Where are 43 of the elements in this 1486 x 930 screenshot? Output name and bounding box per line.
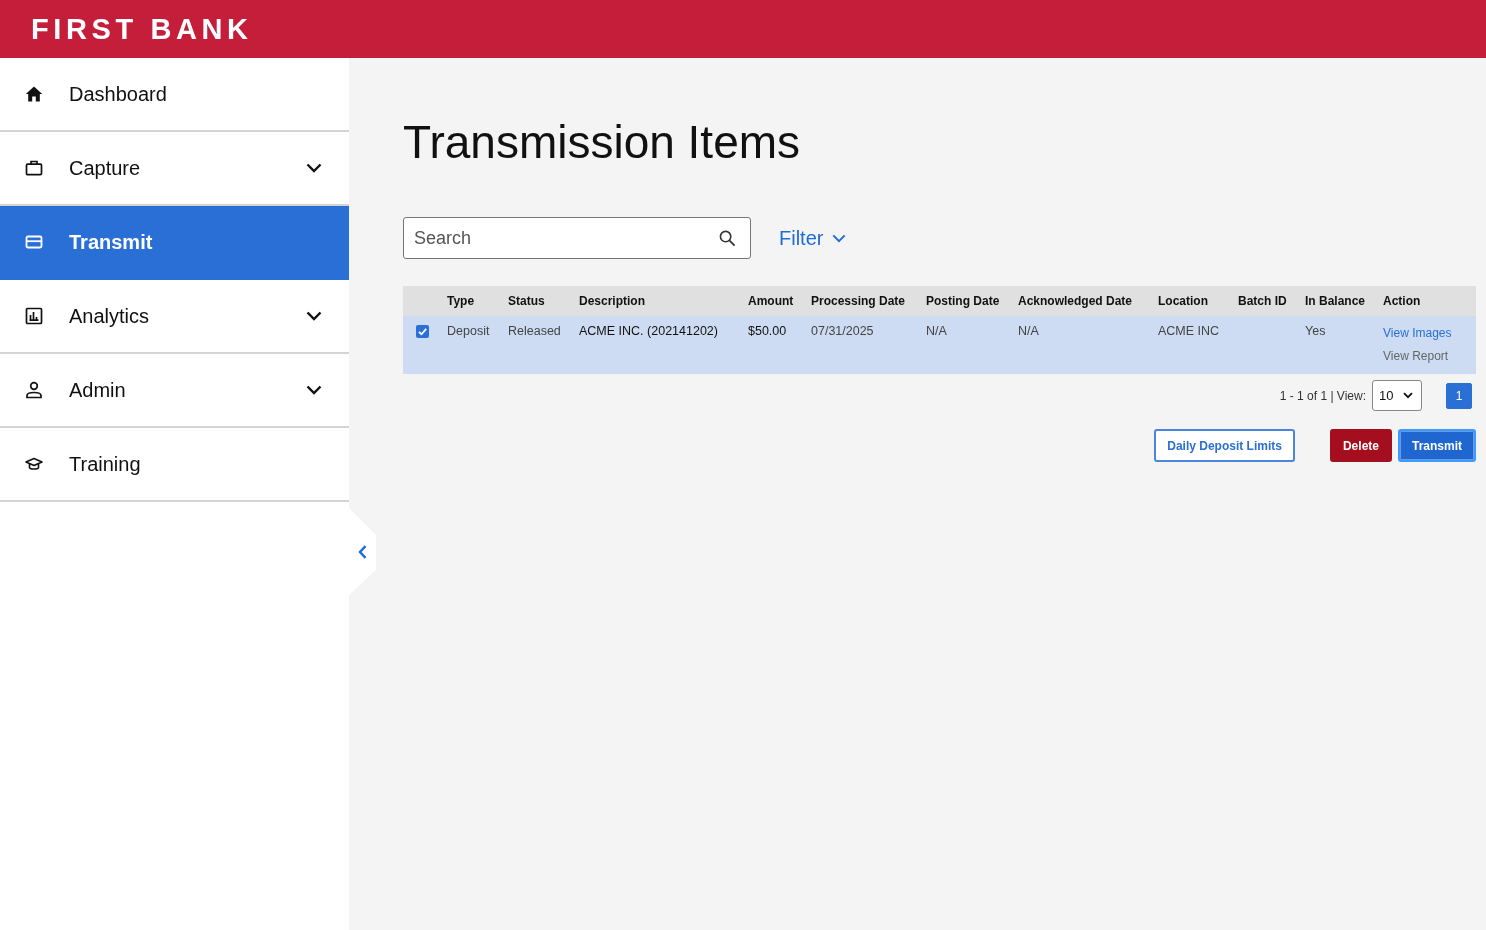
column-header: Posting Date (926, 294, 1000, 308)
column-header: Location (1158, 294, 1208, 308)
chevron-down-icon (832, 233, 847, 243)
column-header: In Balance (1305, 294, 1366, 308)
column-header: Processing Date (811, 294, 906, 308)
action-link[interactable]: View Images (1383, 326, 1452, 341)
briefcase-icon (25, 159, 43, 177)
sidebar-item[interactable]: Transmit (0, 206, 349, 280)
page-title: Transmission Items (403, 115, 802, 170)
column-header: Description (579, 294, 645, 308)
table-cell: N/A (1018, 324, 1039, 338)
table-cell: 07/31/2025 (811, 324, 874, 338)
pagination-summary: 1 - 1 of 1 | View: (1279, 388, 1366, 403)
column-header: Acknowledged Date (1018, 294, 1133, 308)
table-cell: Yes (1305, 324, 1326, 338)
bar-chart-icon (25, 307, 43, 325)
action-button[interactable]: Delete (1329, 429, 1392, 462)
chevron-left-icon (357, 544, 367, 559)
search-icon (719, 230, 736, 247)
action-button[interactable]: Transmit (1398, 429, 1476, 462)
checkbox[interactable] (416, 325, 429, 338)
home-icon (25, 85, 43, 103)
table-cell: ACME INC (1158, 324, 1220, 338)
column-header: Batch ID (1238, 294, 1287, 308)
column-header: Status (508, 294, 545, 308)
page-button[interactable]: 1 (1446, 382, 1472, 409)
action-button[interactable]: Daily Deposit Limits (1154, 429, 1295, 462)
search-field[interactable]: Search (403, 217, 751, 259)
page-size-select[interactable]: 10 (1372, 380, 1422, 411)
column-header: Amount (748, 294, 794, 308)
column-header: Action (1383, 294, 1421, 308)
person-icon (25, 381, 43, 399)
table-cell: ACME INC. (202141202) (579, 324, 718, 338)
table-cell: Released (508, 324, 561, 338)
table-cell: $50.00 (748, 324, 787, 338)
filter-button[interactable]: Filter (779, 226, 847, 250)
chevron-down-icon (1403, 392, 1413, 399)
graduation-cap-icon (25, 455, 43, 473)
bank-logo: FIRST BANK (31, 12, 253, 46)
table-cell: Deposit (447, 324, 490, 338)
table-cell: N/A (926, 324, 947, 338)
card-icon (25, 233, 43, 251)
column-header: Type (447, 294, 475, 308)
